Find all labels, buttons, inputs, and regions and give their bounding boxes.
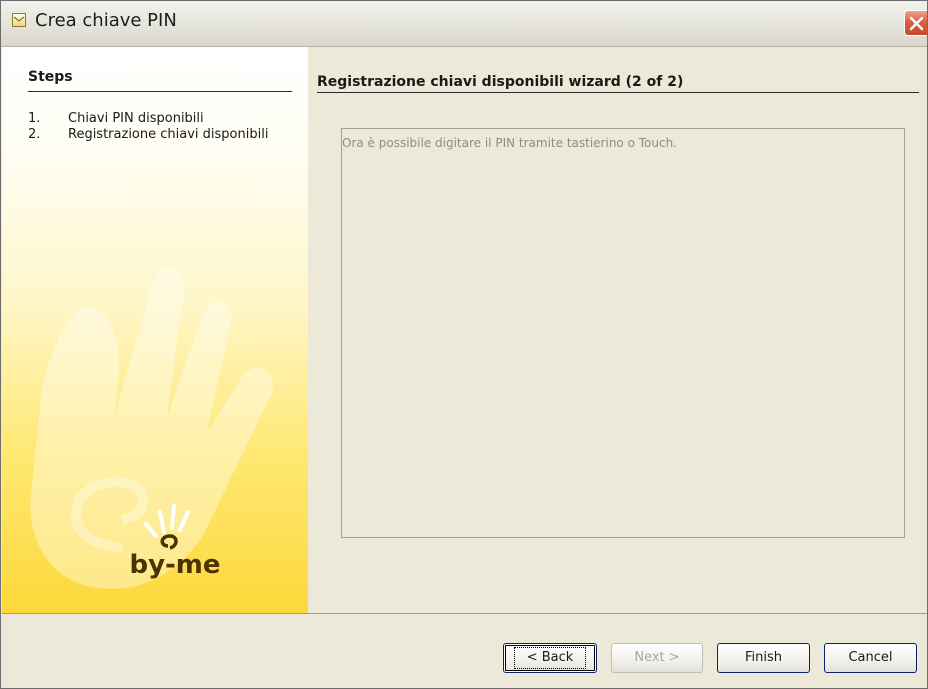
steps-heading: Steps: [28, 69, 73, 85]
wizard-content: Registrazione chiavi disponibili wizard …: [308, 47, 927, 613]
wizard-window: Crea chiave PIN Steps 1. Chiavi PIN dispo…: [0, 0, 928, 689]
finish-button[interactable]: Finish: [717, 643, 810, 673]
close-button[interactable]: [904, 10, 927, 36]
button-bar-divider: [2, 613, 927, 614]
next-button[interactable]: Next >: [611, 643, 703, 673]
mail-envelope-icon: [12, 13, 26, 27]
title-bar[interactable]: Crea chiave PIN: [1, 1, 927, 47]
back-button-label: < Back: [513, 647, 587, 669]
steps-sidebar: Steps 1. Chiavi PIN disponibili 2. Registr…: [2, 47, 308, 613]
wizard-step-title: Registrazione chiavi disponibili wizard …: [317, 74, 684, 90]
title-divider: [317, 92, 919, 93]
cancel-button[interactable]: Cancel: [824, 643, 917, 673]
step-label: Chiavi PIN disponibili: [68, 111, 204, 126]
step-label: Registrazione chiavi disponibili: [68, 127, 269, 142]
message-area: Ora è possibile digitare il PIN tramite …: [341, 128, 905, 538]
back-button[interactable]: < Back: [503, 643, 597, 673]
instruction-text: Ora è possibile digitare il PIN tramite …: [342, 136, 677, 150]
step-number: 1.: [28, 111, 41, 126]
steps-list: 1. Chiavi PIN disponibili 2. Registrazione…: [28, 111, 268, 143]
step-item: 2. Registrazione chiavi disponibili: [28, 127, 268, 143]
close-x-icon: [909, 16, 924, 31]
step-item: 1. Chiavi PIN disponibili: [28, 111, 268, 127]
logo-text: by-me: [129, 550, 221, 580]
logo-rays-icon: [144, 504, 190, 550]
step-number: 2.: [28, 127, 41, 142]
by-me-logo: by-me: [120, 502, 230, 592]
window-title: Crea chiave PIN: [35, 10, 177, 31]
steps-divider: [28, 91, 292, 92]
